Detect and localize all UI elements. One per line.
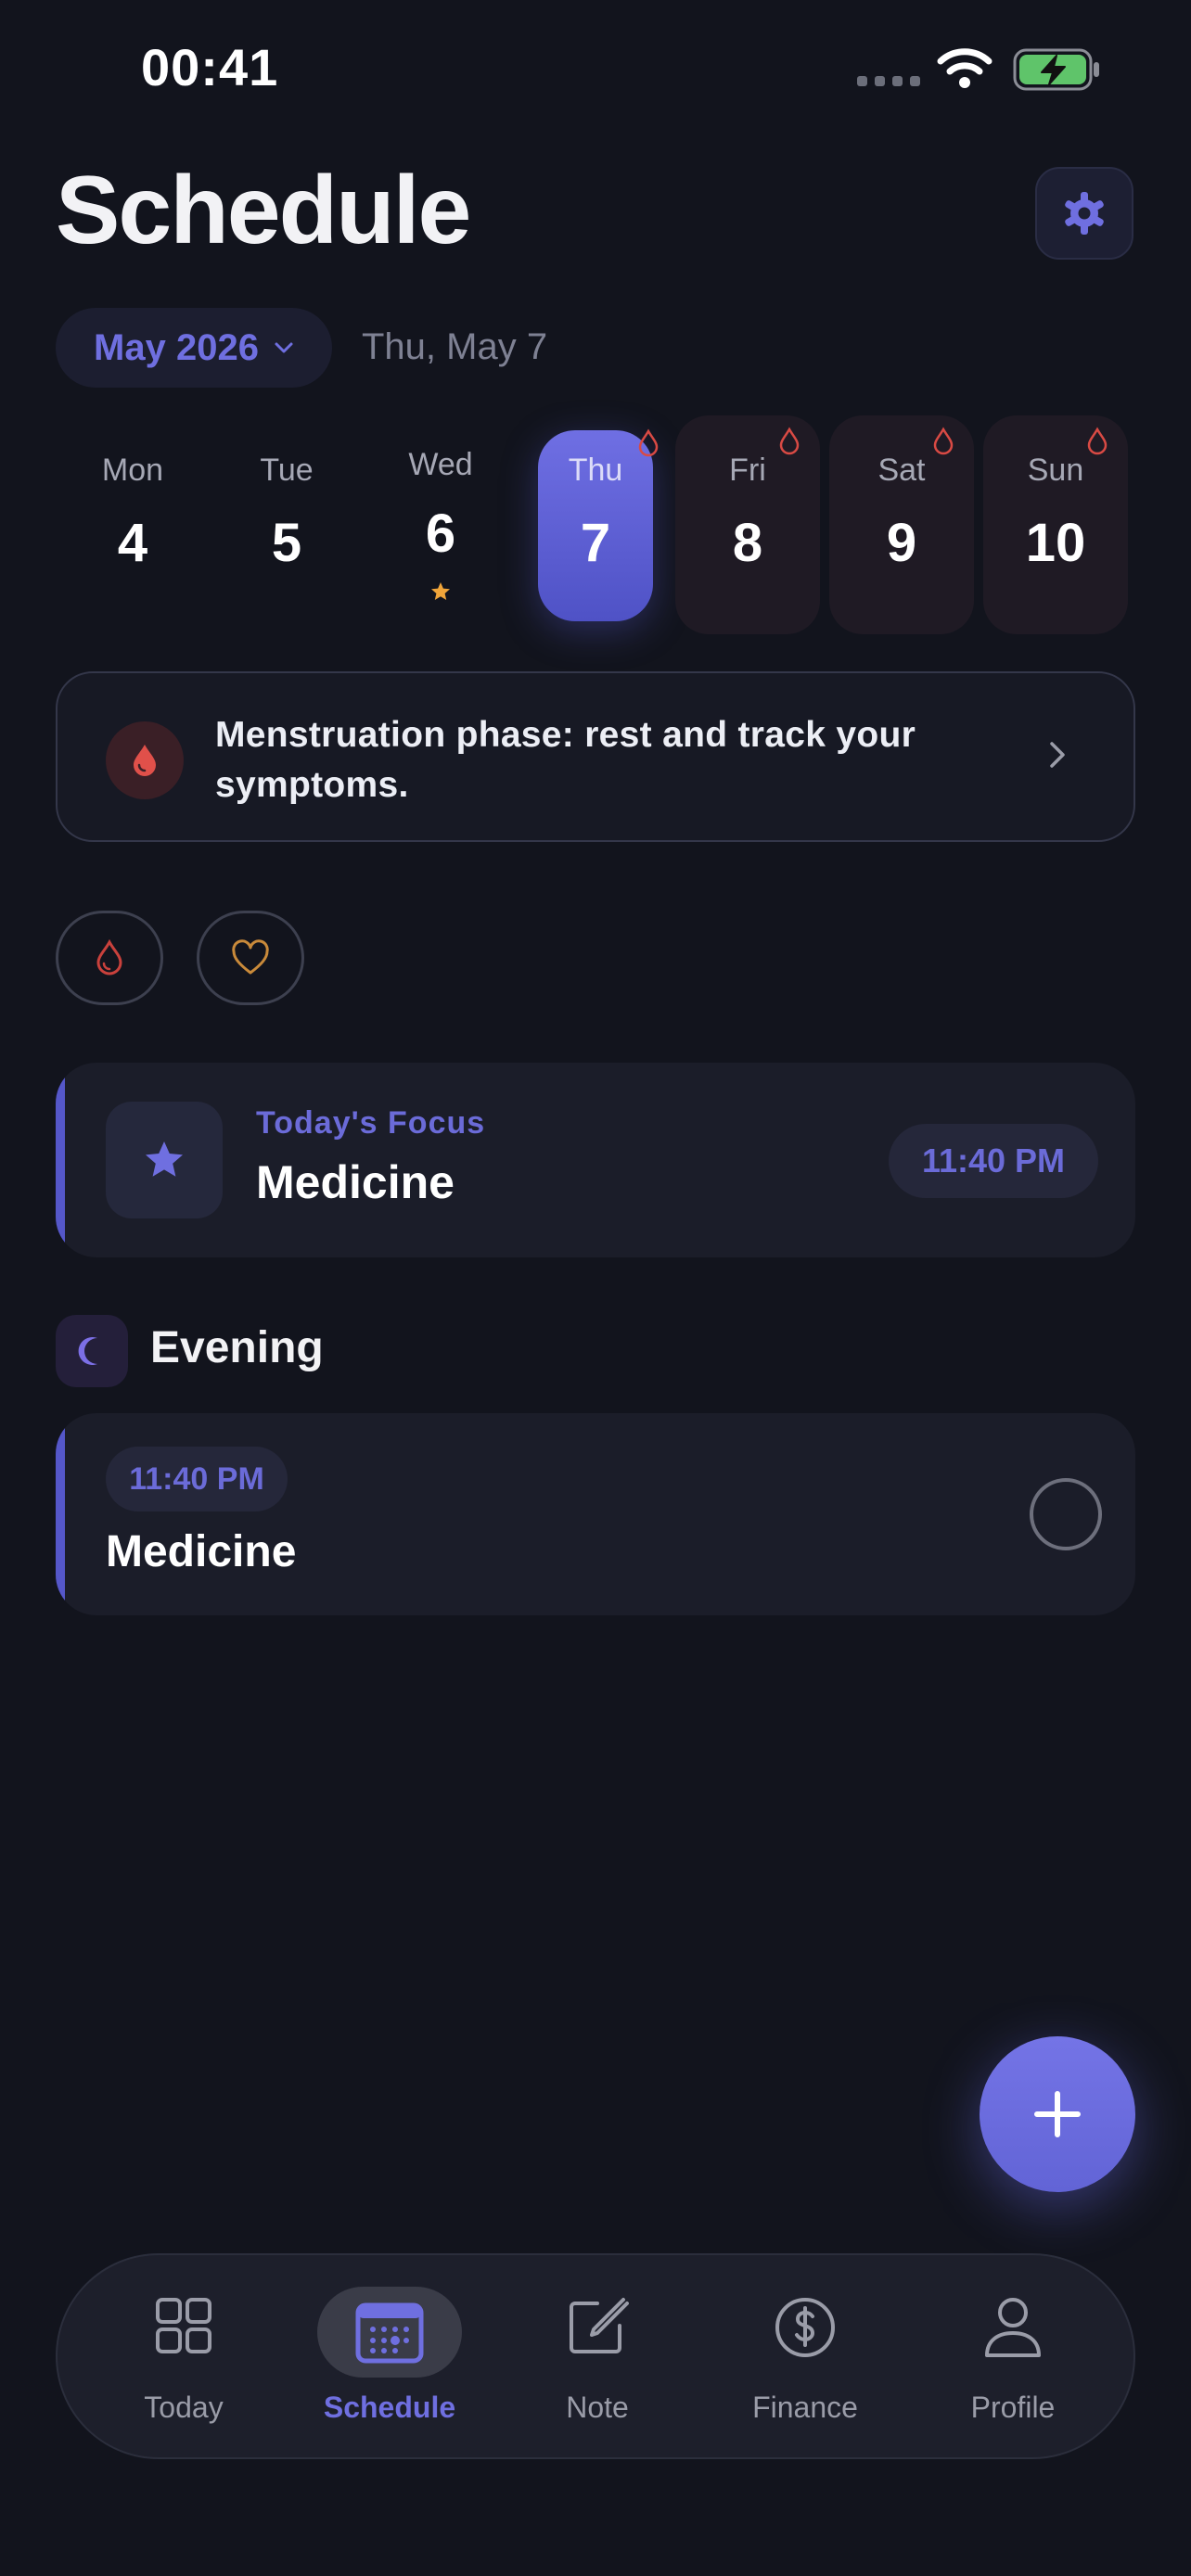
page-title: Schedule [56, 157, 471, 264]
day-number: 9 [886, 513, 917, 573]
month-label: May 2026 [94, 326, 259, 368]
day-number: 5 [271, 513, 302, 573]
tab-bar: Today Schedule Note Finance Profile [56, 2253, 1135, 2459]
grid-icon [154, 2296, 213, 2360]
task-title: Medicine [106, 1527, 297, 1576]
focus-time-badge: 11:40 PM [889, 1124, 1098, 1198]
day-number: 8 [732, 513, 763, 573]
period-drop-icon [636, 428, 660, 463]
day-mon[interactable]: Mon 4 [60, 415, 205, 634]
accent-bar [56, 1063, 65, 1257]
accent-bar [56, 1413, 65, 1615]
tab-label: Today [144, 2391, 224, 2424]
day-fri[interactable]: Fri 8 [675, 415, 820, 634]
period-drop-icon [1085, 427, 1109, 461]
star-icon [106, 1102, 223, 1218]
person-icon [983, 2296, 1043, 2364]
day-tue[interactable]: Tue 5 [214, 415, 359, 634]
current-date-label: Thu, May 7 [362, 326, 548, 367]
period-drop-icon [106, 721, 184, 799]
tab-label: Profile [970, 2391, 1056, 2424]
drop-icon [96, 938, 122, 976]
dollar-icon [774, 2296, 837, 2364]
day-number: 4 [117, 513, 148, 573]
heart-icon [232, 939, 269, 975]
day-name: Tue [260, 453, 314, 488]
calendar-icon [354, 2300, 425, 2369]
tab-note[interactable]: Note [505, 2255, 690, 2457]
settings-button[interactable] [1035, 167, 1133, 260]
battery-charging-icon [1013, 48, 1102, 96]
tab-schedule[interactable]: Schedule [297, 2255, 482, 2457]
month-selector[interactable]: May 2026 [56, 308, 332, 388]
day-name: Mon [101, 453, 164, 488]
task-checkbox[interactable] [1030, 1478, 1102, 1550]
focus-title: Medicine [256, 1156, 455, 1208]
tab-label: Note [566, 2391, 629, 2424]
todays-focus-card[interactable]: Today's Focus Medicine 11:40 PM [56, 1063, 1135, 1257]
day-number: 6 [425, 504, 456, 564]
wifi-icon [937, 46, 992, 94]
day-number: 7 [580, 513, 611, 573]
favorite-toggle-button[interactable] [197, 911, 304, 1005]
cellular-signal-icon [857, 76, 920, 87]
tab-profile[interactable]: Profile [920, 2255, 1106, 2457]
day-sat[interactable]: Sat 9 [829, 415, 974, 634]
focus-kicker: Today's Focus [256, 1105, 486, 1141]
gear-icon [1065, 192, 1104, 235]
plus-icon [1034, 2091, 1081, 2137]
moon-icon [56, 1315, 128, 1387]
day-name: Wed [408, 447, 473, 482]
section-title: Evening [150, 1323, 324, 1372]
star-icon [429, 580, 452, 607]
period-toggle-button[interactable] [56, 911, 163, 1005]
status-time: 00:41 [141, 38, 279, 96]
phase-banner[interactable]: Menstruation phase: rest and track your … [56, 671, 1135, 842]
task-card[interactable]: 11:40 PM Medicine [56, 1413, 1135, 1615]
tab-today[interactable]: Today [91, 2255, 276, 2457]
period-drop-icon [931, 427, 955, 461]
add-button[interactable] [980, 2036, 1135, 2192]
task-time-badge: 11:40 PM [106, 1447, 288, 1511]
tab-label: Finance [752, 2391, 858, 2424]
day-number: 10 [1025, 513, 1086, 573]
note-edit-icon [566, 2296, 629, 2362]
tab-label: Schedule [323, 2391, 456, 2424]
chevron-right-icon [1046, 738, 1069, 776]
period-drop-icon [777, 427, 801, 461]
phase-message: Menstruation phase: rest and track your … [215, 715, 916, 805]
tab-finance[interactable]: Finance [712, 2255, 898, 2457]
chevron-down-icon [275, 342, 293, 353]
day-thu-selected[interactable]: Thu 7 [523, 415, 668, 634]
day-sun[interactable]: Sun 10 [983, 415, 1128, 634]
